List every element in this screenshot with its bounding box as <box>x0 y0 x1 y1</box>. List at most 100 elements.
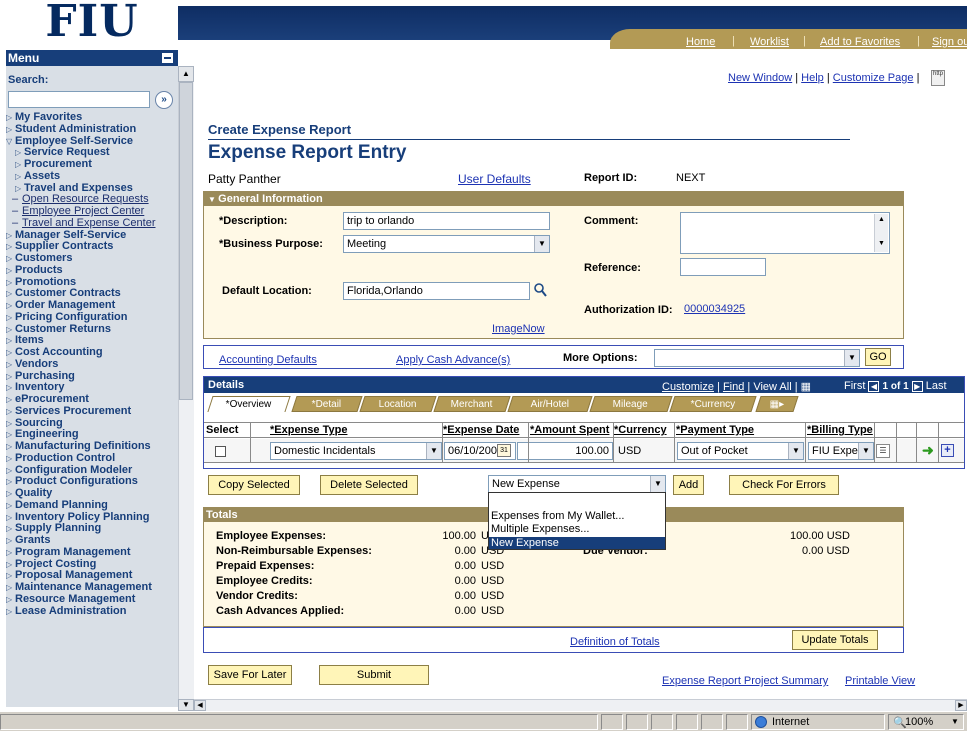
select-checkbox[interactable] <box>215 446 226 457</box>
tab-location[interactable]: Location <box>359 396 437 412</box>
menu-item[interactable]: ▷ Production Control <box>6 453 178 465</box>
chevron-down-icon[interactable]: ▼ <box>650 476 665 492</box>
reference-input[interactable] <box>680 258 766 276</box>
menu-search-input[interactable] <box>8 91 150 108</box>
grid-view-icon[interactable]: ▦ <box>801 381 811 393</box>
check-for-errors-button[interactable]: Check For Errors <box>729 475 839 495</box>
printable-view-link[interactable]: Printable View <box>845 675 915 687</box>
column-header-currency[interactable]: *Currency <box>614 424 667 436</box>
chevron-down-icon[interactable]: ▼ <box>844 350 859 366</box>
menu-item[interactable]: – Employee Project Center <box>6 206 178 218</box>
menu-item[interactable]: ▷ Project Costing <box>6 559 178 571</box>
menu-item[interactable]: ▷ Promotions <box>6 277 178 289</box>
project-summary-link[interactable]: Expense Report Project Summary <box>662 675 828 687</box>
tab-overview[interactable]: *Overview <box>207 396 291 412</box>
menu-item[interactable]: ▷ Services Procurement <box>6 406 178 418</box>
menu-item[interactable]: ▷ Quality <box>6 488 178 500</box>
customize-grid-link[interactable]: Customize <box>662 381 714 393</box>
menu-item[interactable]: ▷ Manufacturing Definitions <box>6 441 178 453</box>
scroll-down-icon[interactable]: ▼ <box>178 699 194 711</box>
delete-selected-button[interactable]: Delete Selected <box>320 475 418 495</box>
http-link-icon[interactable]: http <box>931 70 945 86</box>
scroll-up-icon[interactable]: ▲ <box>178 66 194 82</box>
add-expense-type-select[interactable]: New Expense ▼ <box>488 475 666 493</box>
default-location-input[interactable]: Florida,Orlando <box>343 282 530 300</box>
submit-button[interactable]: Submit <box>319 665 429 685</box>
menu-item[interactable]: ▷ Service Request <box>6 147 178 159</box>
menu-item[interactable]: ▷ Student Administration <box>6 124 178 136</box>
menu-item[interactable]: ▷ Travel and Expenses <box>6 183 178 195</box>
menu-item[interactable]: ▷ Engineering <box>6 429 178 441</box>
column-header-amount-spent[interactable]: *Amount Spent <box>530 424 609 436</box>
menu-item[interactable]: ▷ Inventory <box>6 382 178 394</box>
column-header-expense-type[interactable]: *Expense Type <box>270 424 347 436</box>
business-purpose-select[interactable]: Meeting ▼ <box>343 235 550 253</box>
chevron-down-icon[interactable]: ▼ <box>426 443 441 459</box>
save-for-later-button[interactable]: Save For Later <box>208 665 292 685</box>
detail-lookup-icon[interactable]: ☰ <box>876 444 890 458</box>
tab-currency[interactable]: *Currency <box>669 396 757 412</box>
scroll-right-icon[interactable]: ▶ <box>955 700 967 711</box>
tab-detail[interactable]: *Detail <box>291 396 363 412</box>
menu-item[interactable]: ▷ eProcurement <box>6 394 178 406</box>
billing-type-select[interactable]: FIU Expe ▼ <box>808 442 874 460</box>
nav-worklist-link[interactable]: Worklist <box>750 36 789 48</box>
menu-item[interactable]: ▷ Grants <box>6 535 178 547</box>
imagenow-link[interactable]: ImageNow <box>492 323 545 335</box>
menu-item[interactable]: ▷ Vendors <box>6 359 178 371</box>
menu-item[interactable]: ▷ Demand Planning <box>6 500 178 512</box>
menu-item[interactable]: ▷ Purchasing <box>6 371 178 383</box>
find-link[interactable]: Find <box>723 381 744 393</box>
help-link[interactable]: Help <box>801 72 824 84</box>
description-input[interactable]: trip to orlando <box>343 212 550 230</box>
dropdown-option-selected[interactable]: New Expense <box>489 537 665 549</box>
menu-item[interactable]: ▷ Resource Management <box>6 594 178 606</box>
definition-of-totals-link[interactable]: Definition of Totals <box>570 636 660 648</box>
menu-item[interactable]: ▷ My Favorites <box>6 112 178 124</box>
chevron-down-icon[interactable]: ▼ <box>788 443 803 459</box>
payment-type-select[interactable]: Out of Pocket ▼ <box>677 442 804 460</box>
more-options-select[interactable]: ▼ <box>654 349 860 367</box>
column-header-billing-type[interactable]: *Billing Type <box>807 424 873 436</box>
tab-mileage[interactable]: Mileage <box>589 396 673 412</box>
nav-home-link[interactable]: Home <box>686 36 715 48</box>
accounting-defaults-link[interactable]: Accounting Defaults <box>219 354 317 366</box>
menu-item[interactable]: ▷ Proposal Management <box>6 570 178 582</box>
scrollbar-thumb[interactable] <box>179 82 193 400</box>
column-header-payment-type[interactable]: *Payment Type <box>676 424 754 436</box>
add-button[interactable]: Add <box>673 475 704 495</box>
zoom-pane[interactable]: 🔍 100% ▼ <box>888 714 964 730</box>
menu-item[interactable]: ▷ Procurement <box>6 159 178 171</box>
menu-item[interactable]: ▷ Maintenance Management <box>6 582 178 594</box>
menu-item[interactable]: ▽ Employee Self-Service <box>6 136 178 148</box>
authorization-id-link[interactable]: 0000034925 <box>684 303 745 315</box>
new-window-link[interactable]: New Window <box>728 72 792 84</box>
dropdown-option[interactable]: Multiple Expenses... <box>491 523 589 535</box>
column-header-expense-date[interactable]: *Expense Date <box>443 424 519 436</box>
nav-signout-link[interactable]: Sign out <box>932 36 967 48</box>
add-row-icon[interactable]: + <box>941 444 954 457</box>
view-all-link[interactable]: View All <box>753 381 791 393</box>
menu-item[interactable]: ▷ Customer Contracts <box>6 288 178 300</box>
menu-item[interactable]: ▷ Lease Administration <box>6 606 178 618</box>
menu-item[interactable]: ▷ Order Management <box>6 300 178 312</box>
textarea-scrollbar[interactable]: ▲ ▼ <box>874 214 888 252</box>
general-information-header[interactable]: ▼ General Information <box>204 192 903 206</box>
collapse-icon[interactable]: ▼ <box>208 195 218 204</box>
user-defaults-link[interactable]: User Defaults <box>458 172 531 186</box>
expense-type-select[interactable]: Domestic Incidentals ▼ <box>270 442 442 460</box>
dropdown-option[interactable]: Expenses from My Wallet... <box>491 510 624 522</box>
tab-show-all-icon[interactable]: ▦▸ <box>755 396 799 412</box>
search-go-icon[interactable]: » <box>155 91 173 109</box>
scroll-left-icon[interactable]: ◀ <box>194 700 206 711</box>
menu-item[interactable]: ▷ Product Configurations <box>6 476 178 488</box>
update-totals-button[interactable]: Update Totals <box>792 630 878 650</box>
menu-item[interactable]: ▷ Program Management <box>6 547 178 559</box>
menu-item[interactable]: – Open Resource Requests <box>6 194 178 206</box>
apply-cash-advance-link[interactable]: Apply Cash Advance(s) <box>396 354 510 366</box>
customize-page-link[interactable]: Customize Page <box>833 72 914 84</box>
prev-icon[interactable]: ◀ <box>868 381 880 392</box>
menu-item[interactable]: ▷ Items <box>6 335 178 347</box>
menu-item[interactable]: ▷ Customer Returns <box>6 324 178 336</box>
menu-item[interactable]: ▷ Supplier Contracts <box>6 241 178 253</box>
